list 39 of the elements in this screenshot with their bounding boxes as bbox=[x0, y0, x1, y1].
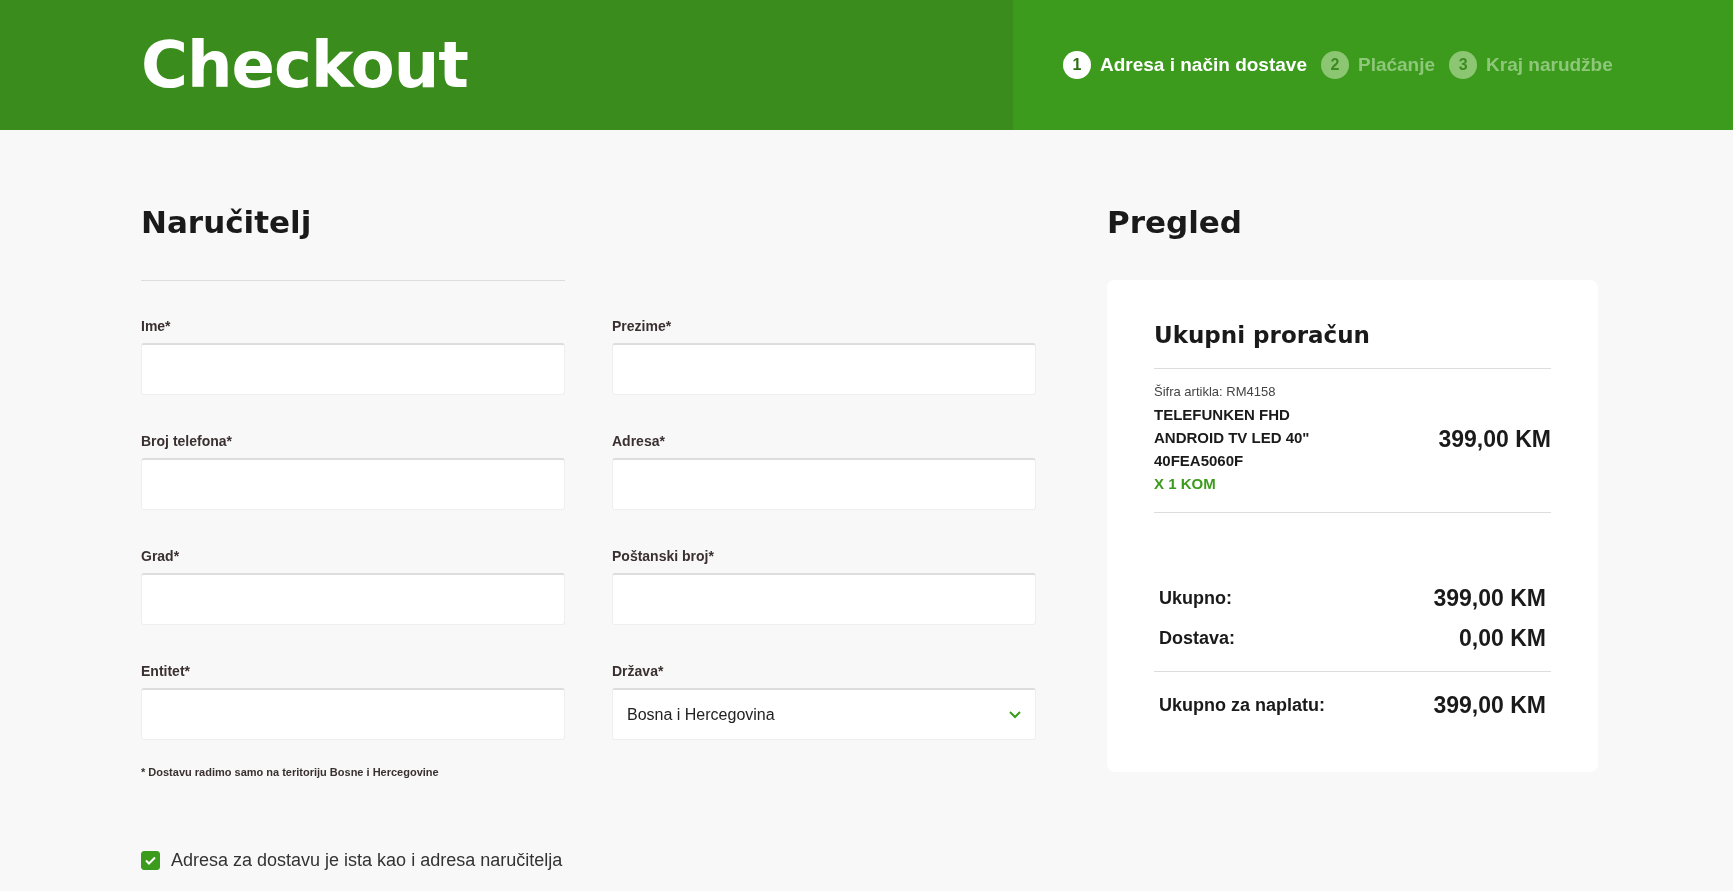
input-field[interactable] bbox=[141, 343, 565, 395]
total-amount: 399,00 KM bbox=[1433, 585, 1546, 612]
item-quantity: X 1 KOM bbox=[1154, 474, 1217, 494]
chevron-down-icon bbox=[1009, 710, 1021, 719]
checkout-step[interactable]: 1 Adresa i način dostave bbox=[1063, 51, 1307, 79]
field-label: Poštanski broj* bbox=[612, 548, 715, 564]
field-label: Država* bbox=[612, 663, 665, 679]
input-field[interactable] bbox=[612, 573, 1036, 625]
country-select[interactable]: Bosna i Hercegovina bbox=[612, 688, 1036, 740]
field-label: Grad* bbox=[141, 548, 181, 564]
page-title: Checkout bbox=[141, 28, 468, 102]
checkmark-icon bbox=[145, 856, 156, 865]
item-code: Šifra artikla: RM4158 bbox=[1154, 384, 1277, 399]
item-price: 399,00 KM bbox=[1438, 426, 1551, 453]
delivery-note: * Dostavu radimo samo na teritoriju Bosne i Hercegovine bbox=[141, 766, 440, 778]
input-field[interactable] bbox=[612, 458, 1036, 510]
field-label: Broj telefona* bbox=[141, 433, 233, 449]
step-number: 1 bbox=[1063, 51, 1091, 79]
total-label: Dostava: bbox=[1159, 628, 1236, 649]
card-title: Ukupni proračun bbox=[1154, 322, 1371, 348]
field-label: Entitet* bbox=[141, 663, 191, 679]
input-field[interactable] bbox=[612, 343, 1036, 395]
step-number: 2 bbox=[1320, 51, 1349, 79]
step-number: 3 bbox=[1449, 51, 1478, 79]
field-label: Adresa* bbox=[612, 433, 666, 449]
checkbox-label: Adresa za dostavu je ista kao i adresa naručitelja bbox=[171, 850, 563, 871]
total-label: Ukupno: bbox=[1159, 588, 1232, 609]
item-name: TELEFUNKEN FHD ANDROID TV LED 40" 40FEA5060F bbox=[1154, 405, 1311, 471]
section-heading: Pregled bbox=[1107, 203, 1244, 242]
field-label: Ime* bbox=[141, 318, 172, 334]
input-field[interactable] bbox=[141, 688, 565, 740]
input-field[interactable] bbox=[141, 458, 565, 510]
total-amount: 0,00 KM bbox=[1459, 625, 1546, 652]
section-heading: Naručitelj bbox=[141, 203, 313, 242]
total-amount: 399,00 KM bbox=[1433, 692, 1546, 719]
total-label: Ukupno za naplatu: bbox=[1159, 695, 1325, 716]
input-field[interactable] bbox=[141, 573, 565, 625]
checkbox[interactable] bbox=[141, 851, 160, 870]
field-label: Prezime* bbox=[612, 318, 673, 334]
